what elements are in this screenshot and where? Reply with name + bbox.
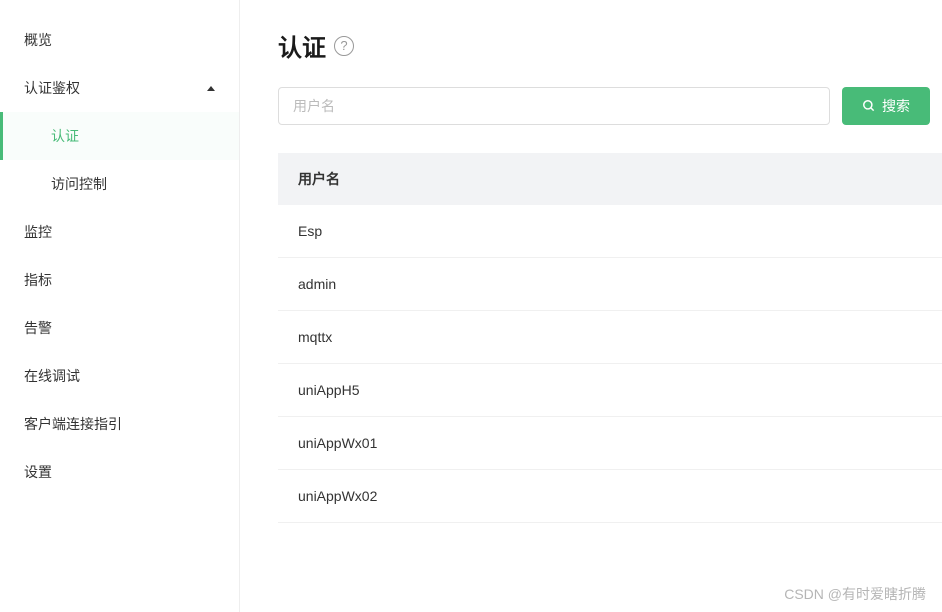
caret-up-icon [207, 86, 215, 91]
table-header: 用户名 [278, 153, 942, 205]
sidebar-item-label: 指标 [24, 270, 52, 290]
sidebar-item-label: 访问控制 [51, 176, 107, 192]
page-title-row: 认证 ? [278, 28, 942, 63]
sidebar-item-alerts[interactable]: 告警 [0, 304, 239, 352]
sidebar-item-label: 客户端连接指引 [24, 414, 122, 434]
sidebar-item-auth[interactable]: 认证鉴权 [0, 64, 239, 112]
sidebar-subitem-access-control[interactable]: 访问控制 [0, 160, 239, 208]
sidebar-item-monitor[interactable]: 监控 [0, 208, 239, 256]
table-row[interactable]: uniAppWx01 [278, 417, 942, 470]
sidebar: 概览 认证鉴权 认证 访问控制 监控 指标 告警 在线调试 客户端连接指引 设置 [0, 0, 240, 612]
table-cell: uniAppWx02 [298, 488, 377, 504]
table-cell: mqttx [298, 329, 332, 345]
sidebar-subitem-authentication[interactable]: 认证 [0, 112, 239, 160]
sidebar-item-label: 告警 [24, 318, 52, 338]
search-row: 搜索 [278, 87, 942, 125]
search-button-label: 搜索 [882, 96, 910, 116]
sidebar-item-settings[interactable]: 设置 [0, 448, 239, 496]
main-content: 认证 ? 搜索 用户名 Esp admin [240, 0, 942, 612]
sidebar-item-label: 认证 [51, 128, 79, 144]
table-row[interactable]: Esp [278, 205, 942, 258]
search-button[interactable]: 搜索 [842, 87, 930, 125]
table-row[interactable]: uniAppH5 [278, 364, 942, 417]
sidebar-item-label: 认证鉴权 [24, 78, 80, 98]
table-row[interactable]: mqttx [278, 311, 942, 364]
help-icon[interactable]: ? [334, 36, 354, 56]
page-title: 认证 [278, 28, 326, 63]
table-cell: uniAppWx01 [298, 435, 377, 451]
table-row[interactable]: uniAppWx02 [278, 470, 942, 523]
table-cell: admin [298, 276, 336, 292]
table-header-label: 用户名 [298, 171, 340, 187]
table-cell: uniAppH5 [298, 382, 360, 398]
sidebar-item-label: 在线调试 [24, 366, 80, 386]
search-icon [862, 99, 876, 113]
sidebar-item-label: 概览 [24, 30, 52, 50]
user-table: 用户名 Esp admin mqttx uniAppH5 uniAppWx01 … [278, 153, 942, 523]
sidebar-item-label: 监控 [24, 222, 52, 242]
sidebar-item-client-guide[interactable]: 客户端连接指引 [0, 400, 239, 448]
sidebar-item-online-debug[interactable]: 在线调试 [0, 352, 239, 400]
table-row[interactable]: admin [278, 258, 942, 311]
sidebar-item-label: 设置 [24, 462, 52, 482]
sidebar-item-overview[interactable]: 概览 [0, 16, 239, 64]
sidebar-item-metrics[interactable]: 指标 [0, 256, 239, 304]
search-input[interactable] [278, 87, 830, 125]
table-cell: Esp [298, 223, 322, 239]
